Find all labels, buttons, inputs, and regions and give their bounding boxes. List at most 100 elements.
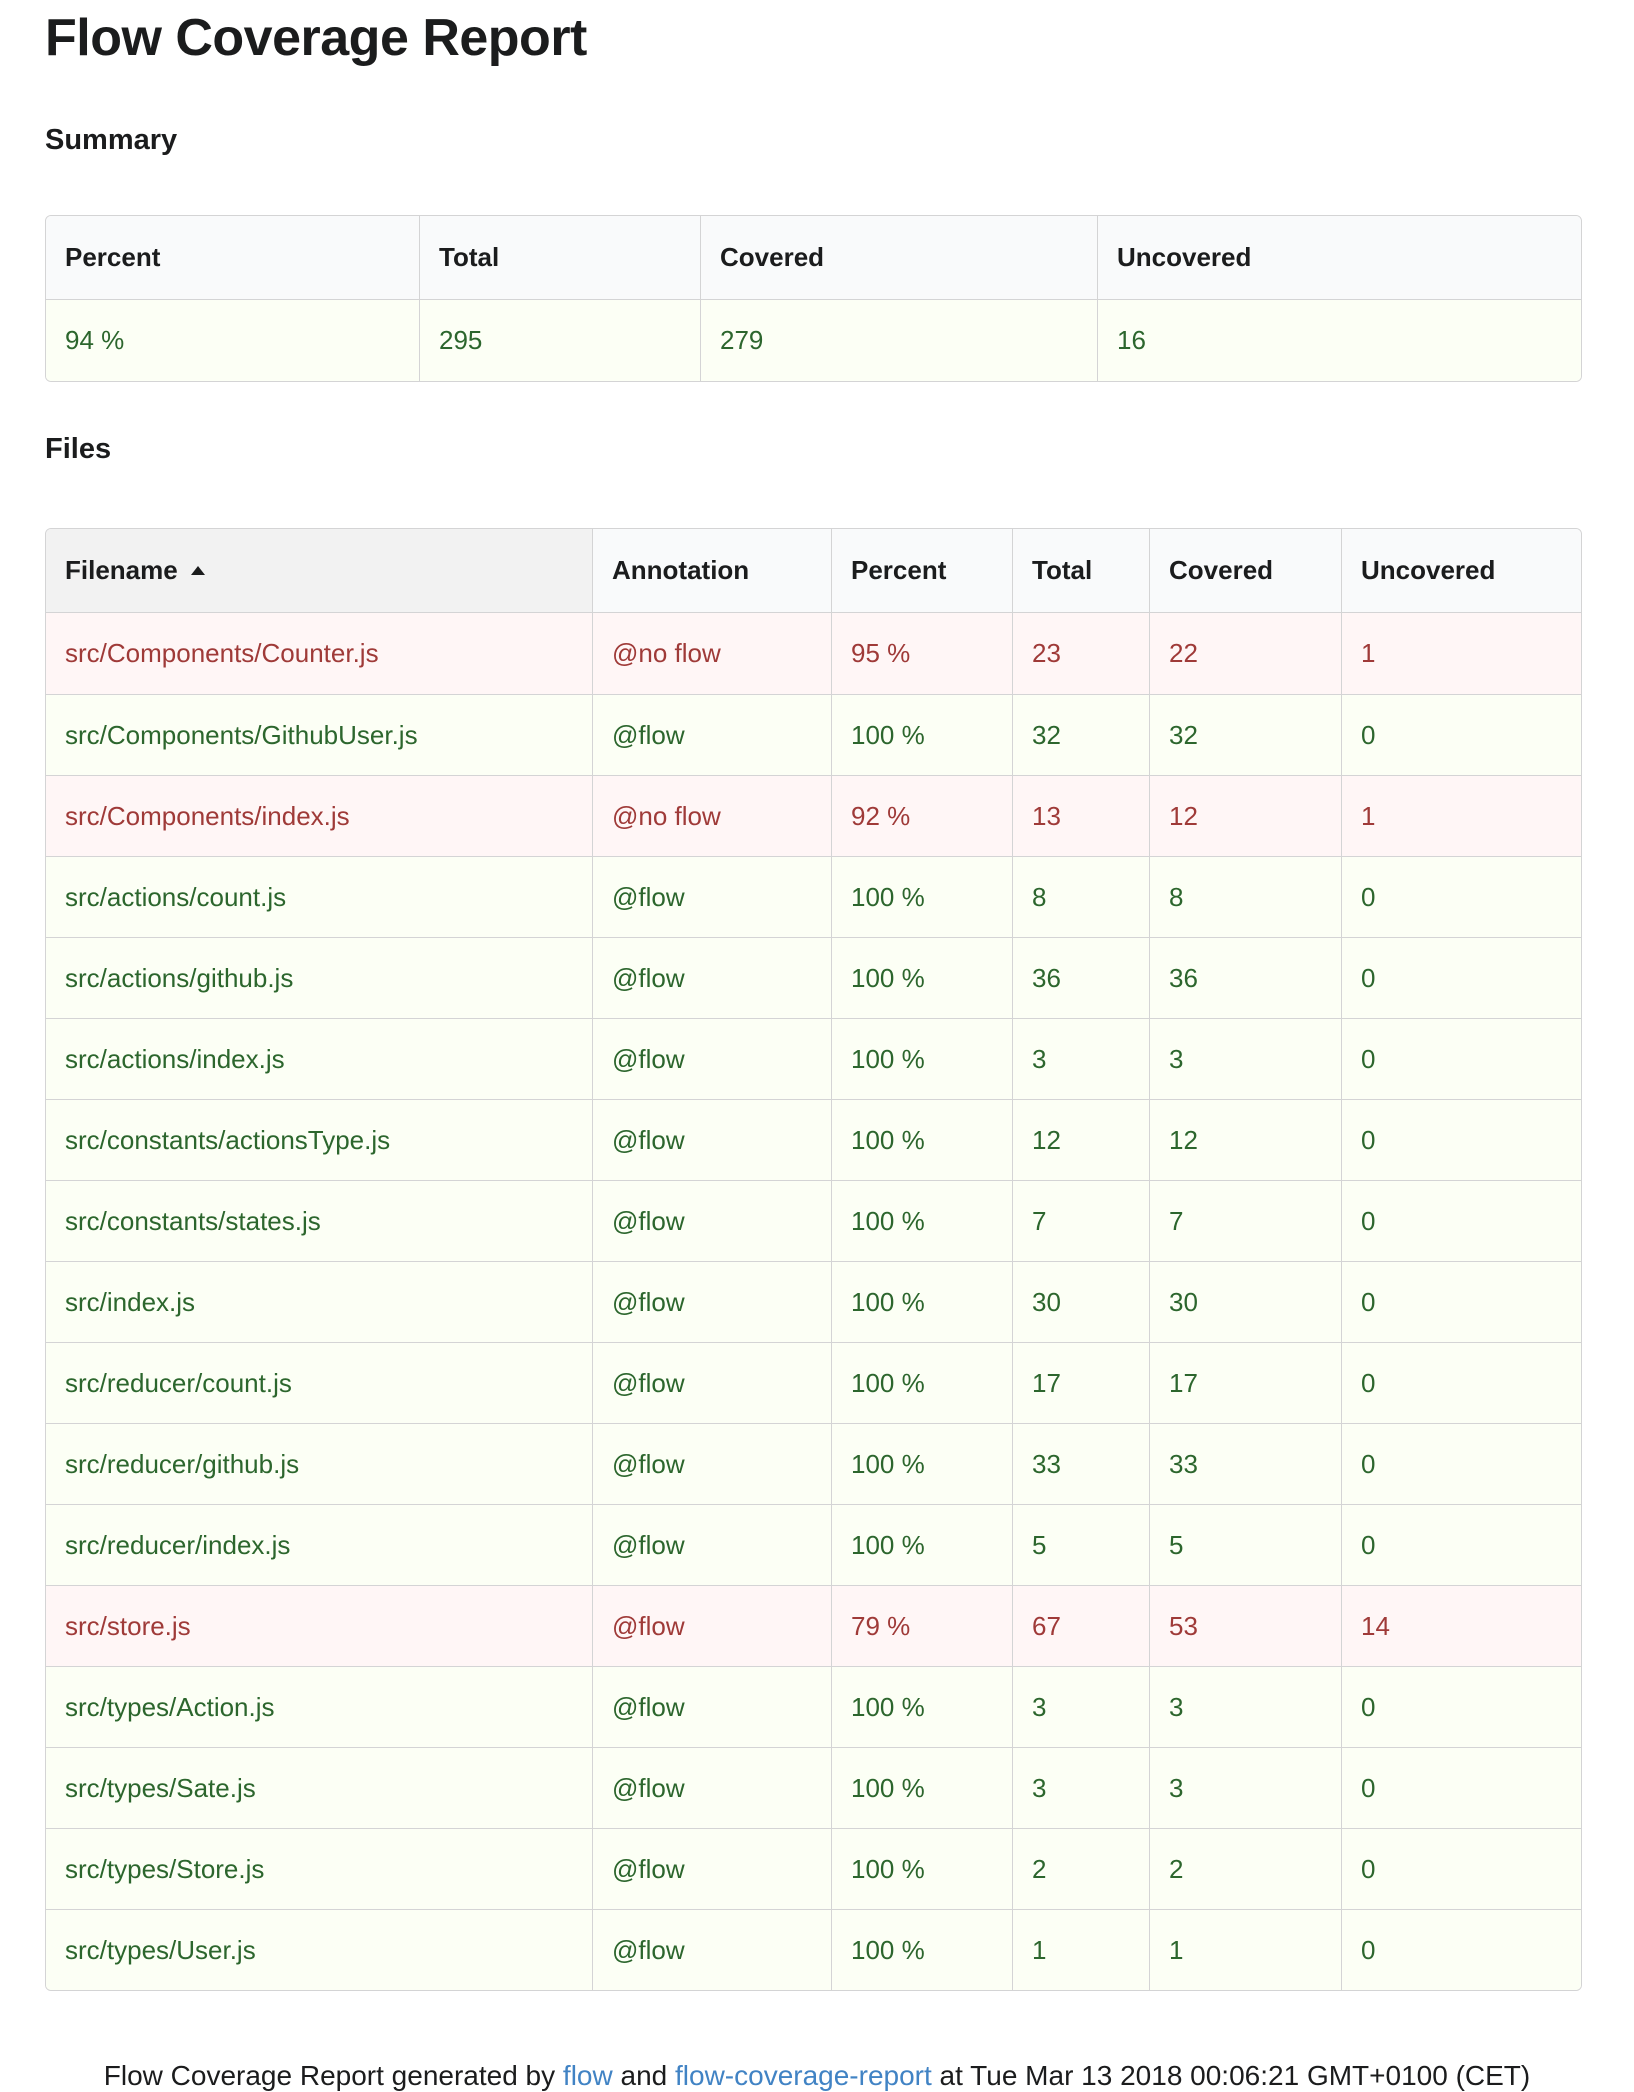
files-header-filename[interactable]: Filename bbox=[46, 529, 592, 613]
covered-cell: 36 bbox=[1149, 937, 1341, 1018]
annotation-cell: @flow bbox=[592, 1747, 831, 1828]
annotation-cell: @flow bbox=[592, 1585, 831, 1666]
percent-cell: 100 % bbox=[831, 1423, 1012, 1504]
file-name-cell[interactable]: src/Components/index.js bbox=[46, 775, 592, 856]
file-name-cell[interactable]: src/reducer/count.js bbox=[46, 1342, 592, 1423]
percent-cell: 100 % bbox=[831, 1342, 1012, 1423]
uncovered-cell: 0 bbox=[1341, 1828, 1581, 1909]
covered-cell: 1 bbox=[1149, 1909, 1341, 1990]
uncovered-cell: 14 bbox=[1341, 1585, 1581, 1666]
summary-covered: 279 bbox=[700, 300, 1097, 381]
total-cell: 1 bbox=[1012, 1909, 1149, 1990]
total-cell: 33 bbox=[1012, 1423, 1149, 1504]
covered-cell: 8 bbox=[1149, 856, 1341, 937]
annotation-cell: @no flow bbox=[592, 613, 831, 694]
files-header-covered[interactable]: Covered bbox=[1149, 529, 1341, 613]
percent-cell: 100 % bbox=[831, 1261, 1012, 1342]
page-title: Flow Coverage Report bbox=[45, 9, 587, 67]
total-cell: 3 bbox=[1012, 1666, 1149, 1747]
file-name-cell[interactable]: src/Components/GithubUser.js bbox=[46, 694, 592, 775]
files-header-percent[interactable]: Percent bbox=[831, 529, 1012, 613]
percent-cell: 100 % bbox=[831, 1504, 1012, 1585]
annotation-cell: @flow bbox=[592, 1342, 831, 1423]
table-row: src/constants/actionsType.js @flow 100 % 12… bbox=[46, 1099, 1581, 1180]
uncovered-cell: 0 bbox=[1341, 1261, 1581, 1342]
file-name-cell[interactable]: src/constants/states.js bbox=[46, 1180, 592, 1261]
table-row: src/types/Store.js @flow 100 % 2 2 0 bbox=[46, 1828, 1581, 1909]
table-row: src/types/User.js @flow 100 % 1 1 0 bbox=[46, 1909, 1581, 1990]
covered-cell: 22 bbox=[1149, 613, 1341, 694]
total-cell: 23 bbox=[1012, 613, 1149, 694]
total-cell: 36 bbox=[1012, 937, 1149, 1018]
covered-cell: 7 bbox=[1149, 1180, 1341, 1261]
table-row: src/reducer/index.js @flow 100 % 5 5 0 bbox=[46, 1504, 1581, 1585]
covered-cell: 53 bbox=[1149, 1585, 1341, 1666]
table-row: src/store.js @flow 79 % 67 53 14 bbox=[46, 1585, 1581, 1666]
footer-middle: and bbox=[612, 2060, 675, 2091]
percent-cell: 100 % bbox=[831, 856, 1012, 937]
summary-table: Percent Total Covered Uncovered 94 % 295… bbox=[45, 215, 1582, 382]
percent-cell: 100 % bbox=[831, 1666, 1012, 1747]
percent-cell: 100 % bbox=[831, 937, 1012, 1018]
annotation-cell: @flow bbox=[592, 1828, 831, 1909]
file-name-cell[interactable]: src/types/Store.js bbox=[46, 1828, 592, 1909]
annotation-cell: @no flow bbox=[592, 775, 831, 856]
annotation-cell: @flow bbox=[592, 1504, 831, 1585]
file-name-cell[interactable]: src/reducer/github.js bbox=[46, 1423, 592, 1504]
percent-cell: 100 % bbox=[831, 1747, 1012, 1828]
summary-header-percent: Percent bbox=[46, 216, 419, 300]
percent-cell: 100 % bbox=[831, 1180, 1012, 1261]
uncovered-cell: 0 bbox=[1341, 1747, 1581, 1828]
file-name-cell[interactable]: src/types/Action.js bbox=[46, 1666, 592, 1747]
summary-header-uncovered: Uncovered bbox=[1097, 216, 1581, 300]
table-row: src/actions/count.js @flow 100 % 8 8 0 bbox=[46, 856, 1581, 937]
files-body: src/Components/Counter.js @no flow 95 % 23 2… bbox=[46, 613, 1581, 1990]
file-name-cell[interactable]: src/types/Sate.js bbox=[46, 1747, 592, 1828]
footer-suffix: at Tue Mar 13 2018 00:06:21 GMT+0100 (CE… bbox=[931, 2060, 1531, 2091]
file-name-cell[interactable]: src/reducer/index.js bbox=[46, 1504, 592, 1585]
file-name-cell[interactable]: src/actions/index.js bbox=[46, 1018, 592, 1099]
uncovered-cell: 0 bbox=[1341, 1342, 1581, 1423]
summary-row: 94 % 295 279 16 bbox=[46, 300, 1581, 381]
summary-uncovered: 16 bbox=[1097, 300, 1581, 381]
uncovered-cell: 0 bbox=[1341, 1018, 1581, 1099]
uncovered-cell: 0 bbox=[1341, 1909, 1581, 1990]
covered-cell: 12 bbox=[1149, 1099, 1341, 1180]
file-name-cell[interactable]: src/actions/count.js bbox=[46, 856, 592, 937]
file-name-cell[interactable]: src/index.js bbox=[46, 1261, 592, 1342]
annotation-cell: @flow bbox=[592, 1099, 831, 1180]
annotation-cell: @flow bbox=[592, 1909, 831, 1990]
files-header-total[interactable]: Total bbox=[1012, 529, 1149, 613]
table-row: src/types/Sate.js @flow 100 % 3 3 0 bbox=[46, 1747, 1581, 1828]
total-cell: 13 bbox=[1012, 775, 1149, 856]
file-name-cell[interactable]: src/types/User.js bbox=[46, 1909, 592, 1990]
flow-link[interactable]: flow bbox=[563, 2060, 613, 2091]
table-row: src/reducer/github.js @flow 100 % 33 33 0 bbox=[46, 1423, 1581, 1504]
annotation-cell: @flow bbox=[592, 856, 831, 937]
summary-heading: Summary bbox=[45, 124, 178, 156]
files-header-uncovered[interactable]: Uncovered bbox=[1341, 529, 1581, 613]
file-name-cell[interactable]: src/actions/github.js bbox=[46, 937, 592, 1018]
files-heading: Files bbox=[45, 433, 112, 465]
uncovered-cell: 0 bbox=[1341, 1180, 1581, 1261]
covered-cell: 32 bbox=[1149, 694, 1341, 775]
covered-cell: 3 bbox=[1149, 1018, 1341, 1099]
uncovered-cell: 1 bbox=[1341, 613, 1581, 694]
footer-prefix: Flow Coverage Report generated by bbox=[103, 2060, 563, 2091]
percent-cell: 92 % bbox=[831, 775, 1012, 856]
annotation-cell: @flow bbox=[592, 1666, 831, 1747]
total-cell: 8 bbox=[1012, 856, 1149, 937]
uncovered-cell: 1 bbox=[1341, 775, 1581, 856]
flow-coverage-report-link[interactable]: flow-coverage-report bbox=[675, 2060, 932, 2091]
summary-header-total: Total bbox=[419, 216, 700, 300]
file-name-cell[interactable]: src/Components/Counter.js bbox=[46, 613, 592, 694]
total-cell: 3 bbox=[1012, 1018, 1149, 1099]
files-header-row: Filename Annotation Percent Total Covere… bbox=[46, 529, 1581, 613]
total-cell: 32 bbox=[1012, 694, 1149, 775]
uncovered-cell: 0 bbox=[1341, 1423, 1581, 1504]
uncovered-cell: 0 bbox=[1341, 1099, 1581, 1180]
files-header-annotation[interactable]: Annotation bbox=[592, 529, 831, 613]
file-name-cell[interactable]: src/store.js bbox=[46, 1585, 592, 1666]
file-name-cell[interactable]: src/constants/actionsType.js bbox=[46, 1099, 592, 1180]
summary-percent: 94 % bbox=[46, 300, 419, 381]
